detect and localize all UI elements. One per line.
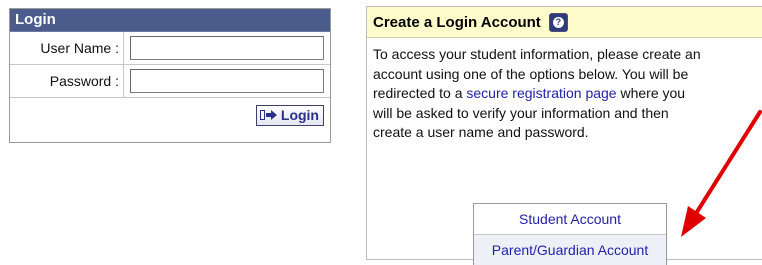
parent-guardian-account-link[interactable]: Parent/Guardian Account — [474, 235, 666, 265]
instructions-line: account using one of the options below. … — [373, 65, 689, 82]
username-cell — [124, 32, 330, 64]
login-panel: Login User Name : Password : Login — [9, 8, 331, 143]
create-account-instructions: To access your student information, plea… — [367, 38, 762, 143]
create-account-panel: Create a Login Account ? To access your … — [366, 6, 762, 265]
instructions-line: will be asked to verify your information… — [373, 104, 669, 121]
instructions-text: redirected to a — [373, 85, 467, 101]
secure-registration-link[interactable]: secure registration page — [466, 85, 616, 101]
password-label: Password : — [10, 65, 124, 97]
login-button-label: Login — [280, 107, 319, 123]
instructions-line: To access your student information, plea… — [373, 46, 701, 62]
instructions-text: where you — [616, 85, 686, 101]
student-account-link[interactable]: Student Account — [474, 204, 666, 235]
account-options: Student Account Parent/Guardian Account — [473, 203, 667, 265]
username-input[interactable] — [130, 36, 324, 60]
create-account-title: Create a Login Account — [373, 13, 541, 31]
arrow-into-door-icon — [259, 109, 278, 121]
instructions-line: redirected to a secure registration page… — [373, 84, 760, 104]
create-account-header: Create a Login Account ? — [367, 7, 762, 38]
login-header: Login — [10, 9, 330, 32]
password-cell — [124, 65, 330, 97]
help-icon[interactable]: ? — [548, 12, 568, 32]
password-input[interactable] — [130, 69, 324, 93]
username-row: User Name : — [10, 32, 330, 65]
username-label: User Name : — [10, 32, 124, 64]
login-actions: Login — [10, 98, 330, 132]
login-button[interactable]: Login — [255, 104, 324, 126]
password-row: Password : — [10, 65, 330, 98]
instructions-line: create a user name and password. — [373, 124, 589, 140]
